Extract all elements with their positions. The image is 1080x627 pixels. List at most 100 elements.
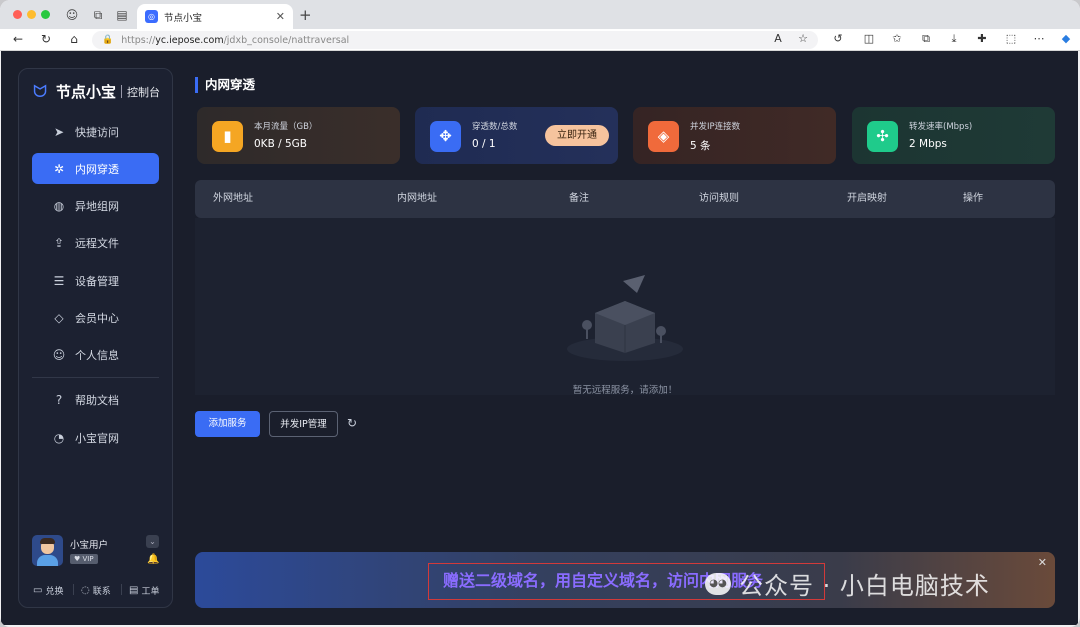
favorite-star-icon[interactable]: ☆ xyxy=(795,32,811,45)
brand: ᗢ 节点小宝 控制台 xyxy=(33,81,160,102)
bar-chart-icon: ▮ xyxy=(212,121,243,152)
brand-divider xyxy=(121,85,123,98)
vip-badge: ♥ VIP xyxy=(70,554,98,564)
diamond-grid-icon: ✥ xyxy=(430,121,461,152)
sidebar-divider xyxy=(32,377,159,378)
sidebar-item-nat-traversal[interactable]: ✲ 内网穿透 xyxy=(32,153,159,184)
pie-chart-icon: ◔ xyxy=(53,430,65,445)
watermark-text: 公众号 · 小白电脑技术 xyxy=(739,572,990,600)
sidebar-item-label: 个人信息 xyxy=(75,348,119,362)
favorites-icon[interactable]: ✩ xyxy=(889,32,905,45)
minimize-window-button[interactable] xyxy=(27,10,36,19)
more-menu-icon[interactable]: ⋯ xyxy=(1031,32,1047,45)
logo-icon: ᗢ xyxy=(33,81,48,102)
layers-icon: ◈ xyxy=(648,121,679,152)
footer-redeem[interactable]: ▭ 兑换 xyxy=(33,584,63,597)
folder-upload-icon: ⇪ xyxy=(53,235,65,250)
stat-value: 0 / 1 xyxy=(472,138,496,150)
column-header[interactable]: 内网地址 xyxy=(397,180,437,218)
page-title: 内网穿透 xyxy=(195,77,255,93)
tab-actions-icon[interactable]: ▤ xyxy=(114,7,130,23)
reload-icon[interactable]: ↻ xyxy=(38,32,54,46)
address-toolbar: ← ↻ ⌂ 🔒 https://yc.iepose.com/jdxb_conso… xyxy=(0,29,1080,51)
close-window-button[interactable] xyxy=(13,10,22,19)
column-header[interactable]: 访问规则 xyxy=(699,180,739,218)
sidebar-item-profile[interactable]: ☺ 个人信息 xyxy=(32,339,159,370)
site-favicon-icon: ◎ xyxy=(145,10,158,23)
lock-icon: 🔒 xyxy=(102,35,114,45)
split-screen-icon[interactable]: ◫ xyxy=(861,32,877,45)
workspaces-icon[interactable]: ⧉ xyxy=(90,7,106,23)
tab-title: 节点小宝 xyxy=(164,12,203,24)
ticket-icon: ▭ xyxy=(33,585,43,596)
read-aloud-icon[interactable]: A xyxy=(770,32,786,45)
footer-divider xyxy=(121,584,122,595)
promo-banner[interactable]: 赠送二级域名，用自定义域名，访问内网服务 ◕◕ 公众号 · 小白电脑技术 ✕ xyxy=(195,552,1055,608)
column-header[interactable]: 操作 xyxy=(963,180,983,218)
stat-value: 2 Mbps xyxy=(909,138,947,150)
user-icon: ☺ xyxy=(52,347,66,362)
empty-state-text: 暂无远程服务，请添加！ xyxy=(572,385,678,396)
paper-plane-icon: ➤ xyxy=(53,124,65,139)
footer-divider xyxy=(73,584,74,595)
browser-window: ☺ ⧉ ▤ ◎ 节点小宝 ✕ + ← ↻ ⌂ 🔒 https://yc.iepo… xyxy=(0,0,1080,627)
back-icon[interactable]: ← xyxy=(10,32,26,46)
downloads-icon[interactable]: ⤓ xyxy=(946,32,962,46)
home-icon[interactable]: ⌂ xyxy=(66,32,82,46)
stat-value: 0KB / 5GB xyxy=(254,138,308,150)
sidebar-item-remote-files[interactable]: ⇪ 远程文件 xyxy=(32,227,159,258)
sidebar-item-label: 设备管理 xyxy=(75,274,119,288)
activate-now-button[interactable]: 立即开通 xyxy=(545,125,609,146)
footer-ticket-label: 工单 xyxy=(141,587,160,597)
empty-box-illustration xyxy=(567,275,683,361)
footer-contact[interactable]: ◌ 联系 xyxy=(81,584,111,597)
refresh-icon[interactable]: ↻ xyxy=(347,416,357,430)
url-bar[interactable]: 🔒 https://yc.iepose.com/jdxb_console/nat… xyxy=(92,31,818,49)
maximize-window-button[interactable] xyxy=(41,10,50,19)
table-body: 暂无远程服务，请添加！ xyxy=(195,218,1055,396)
sidebar-item-remote-network[interactable]: ◍ 异地组网 xyxy=(32,190,159,221)
sidebar-item-label: 会员中心 xyxy=(75,311,119,325)
sidebar-item-label: 内网穿透 xyxy=(75,162,119,176)
sidebar-item-official-site[interactable]: ◔ 小宝官网 xyxy=(32,422,159,453)
footer-ticket[interactable]: ▤ 工单 xyxy=(129,584,159,597)
user-panel: 小宝用户 ♥ VIP ⌄ 🔔 xyxy=(32,535,162,569)
new-tab-icon[interactable]: + xyxy=(299,6,312,24)
page-content: ᗢ 节点小宝 控制台 ➤ 快捷访问 ✲ 内网穿透 ◍ 异地组网 ⇪ 远程文件 ☰… xyxy=(1,51,1078,625)
sidebar-item-devices[interactable]: ☰ 设备管理 xyxy=(32,265,159,296)
column-header[interactable]: 外网地址 xyxy=(213,180,253,218)
stat-label: 转发速率(Mbps) xyxy=(909,122,973,132)
hub-icon: ✣ xyxy=(867,121,898,152)
stat-card-traffic: ▮ 本月流量（GB） 0KB / 5GB xyxy=(197,107,400,164)
sidebar-item-quick-access[interactable]: ➤ 快捷访问 xyxy=(32,116,159,147)
browser-tab[interactable]: ◎ 节点小宝 ✕ xyxy=(137,4,293,29)
close-tab-icon[interactable]: ✕ xyxy=(276,10,285,23)
refresh-ext-icon[interactable]: ↺ xyxy=(830,32,846,45)
sidebar-item-label: 帮助文档 xyxy=(75,393,119,407)
sidebar-item-help-docs[interactable]: ? 帮助文档 xyxy=(32,384,159,415)
profile-icon[interactable]: ☺ xyxy=(64,7,80,23)
concurrent-ip-manage-button[interactable]: 并发IP管理 xyxy=(269,411,338,437)
sidebar: ᗢ 节点小宝 控制台 ➤ 快捷访问 ✲ 内网穿透 ◍ 异地组网 ⇪ 远程文件 ☰… xyxy=(18,68,173,608)
stat-card-traversal: ✥ 穿透数/总数 0 / 1 立即开通 xyxy=(415,107,618,164)
sidebar-item-label: 快捷访问 xyxy=(75,125,119,139)
footer-contact-label: 联系 xyxy=(92,587,111,597)
tab-bar: ☺ ⧉ ▤ ◎ 节点小宝 ✕ + xyxy=(0,0,1080,29)
diamond-icon: ◇ xyxy=(54,310,64,325)
help-doc-icon: ? xyxy=(55,392,63,407)
column-header[interactable]: 备注 xyxy=(569,180,589,218)
collections-icon[interactable]: ⧉ xyxy=(918,32,934,46)
chat-icon: ◌ xyxy=(81,585,90,596)
chevron-down-icon[interactable]: ⌄ xyxy=(146,535,159,548)
extension-icon[interactable]: ✚ xyxy=(974,32,990,45)
screenshot-icon[interactable]: ⬚ xyxy=(1003,32,1019,45)
add-service-button[interactable]: 添加服务 xyxy=(195,411,260,437)
brand-subtitle: 控制台 xyxy=(127,85,161,99)
close-icon[interactable]: ✕ xyxy=(1038,556,1047,569)
avatar[interactable] xyxy=(32,535,63,566)
bell-icon[interactable]: 🔔 xyxy=(147,554,159,565)
copilot-icon[interactable]: ◆ xyxy=(1058,32,1074,45)
column-header[interactable]: 开启映射 xyxy=(847,180,887,218)
stat-card-concurrent-ip: ◈ 并发IP连接数 5 条 xyxy=(633,107,836,164)
sidebar-item-membership[interactable]: ◇ 会员中心 xyxy=(32,302,159,333)
